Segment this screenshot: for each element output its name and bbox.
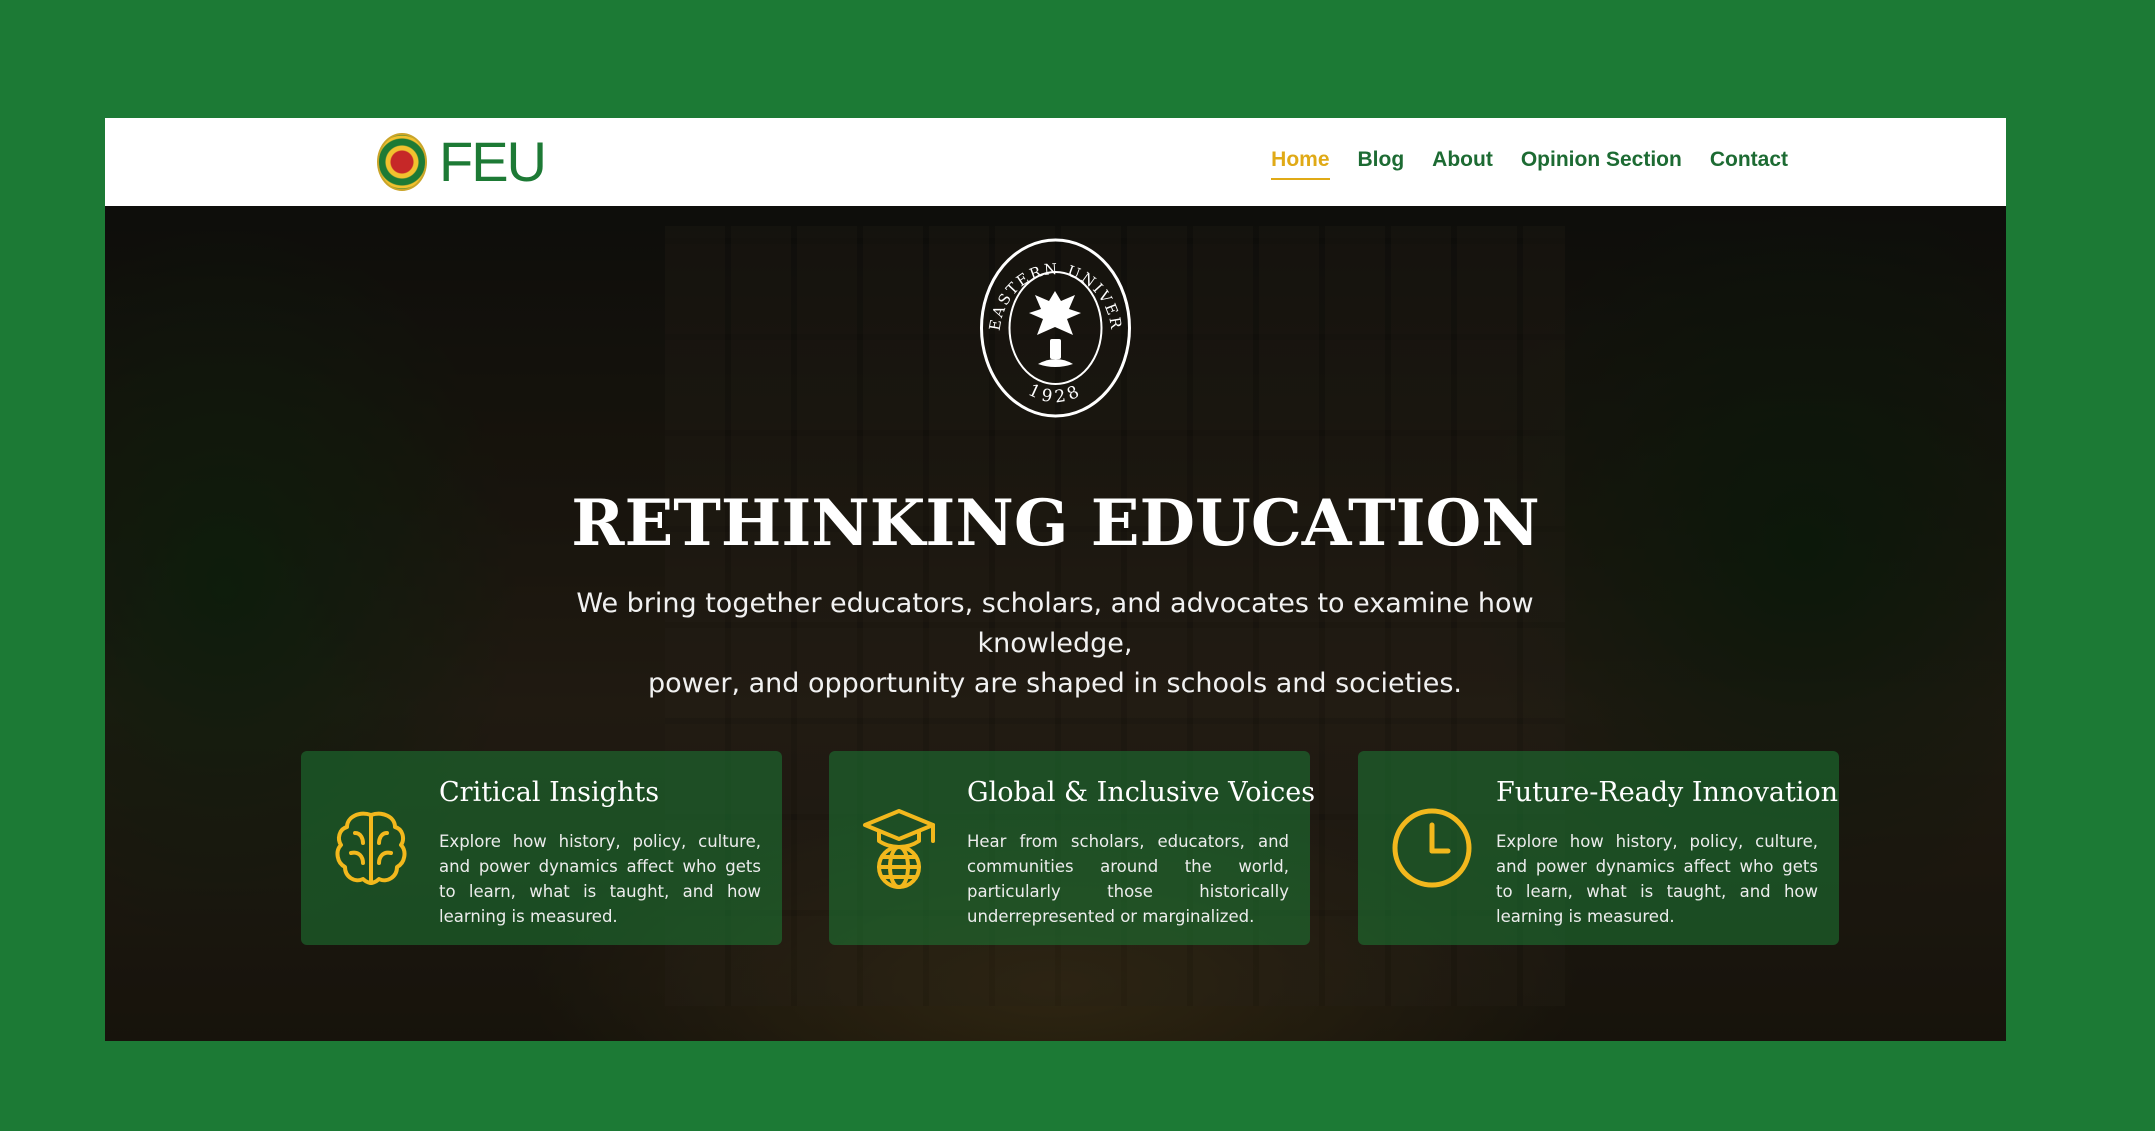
site-window: FEU Home Blog About Opinion Section Cont… xyxy=(105,118,2006,1041)
main-nav: Home Blog About Opinion Section Contact xyxy=(1243,148,1788,180)
hero-subtitle-line-2: power, and opportunity are shaped in sch… xyxy=(648,668,1462,699)
card-title: Global & Inclusive Voices xyxy=(967,777,1316,808)
nav-home[interactable]: Home xyxy=(1271,148,1330,180)
feature-card-critical-insights[interactable]: Critical Insights Explore how history, p… xyxy=(301,751,782,945)
nav-about[interactable]: About xyxy=(1432,148,1493,180)
nav-blog[interactable]: Blog xyxy=(1358,148,1405,180)
feu-seal-logo: FAR EASTERN UNIVERSITY 1928 xyxy=(978,236,1131,418)
graduation-globe-icon xyxy=(863,809,935,889)
nav-contact[interactable]: Contact xyxy=(1710,148,1788,180)
university-seal-icon xyxy=(377,133,427,191)
hero-title: RETHINKING EDUCATION xyxy=(571,486,1540,561)
navbar: FEU Home Blog About Opinion Section Cont… xyxy=(105,118,2006,206)
hero-subtitle-line-1: We bring together educators, scholars, a… xyxy=(576,588,1534,659)
brain-icon xyxy=(335,811,407,885)
clock-icon xyxy=(1392,808,1472,888)
nav-opinion-section[interactable]: Opinion Section xyxy=(1521,148,1682,180)
card-title: Future-Ready Innovation xyxy=(1496,777,1839,808)
eagle-icon xyxy=(1029,291,1081,367)
brand-name: FEU xyxy=(439,130,547,193)
card-text: Explore how history, policy, culture, an… xyxy=(1496,832,1818,926)
card-text: Explore how history, policy, culture, an… xyxy=(439,832,761,926)
hero-subtitle: We bring together educators, scholars, a… xyxy=(525,584,1585,704)
card-text: Hear from scholars, educators, and commu… xyxy=(967,832,1289,926)
feature-card-future-ready[interactable]: Future-Ready Innovation Explore how hist… xyxy=(1358,751,1839,945)
card-title: Critical Insights xyxy=(439,777,660,808)
hero-section: FAR EASTERN UNIVERSITY 1928 RETHINKING E… xyxy=(105,206,2006,1041)
feature-card-global-voices[interactable]: Global & Inclusive Voices Hear from scho… xyxy=(829,751,1316,945)
brand-logo[interactable]: FEU xyxy=(377,130,547,194)
